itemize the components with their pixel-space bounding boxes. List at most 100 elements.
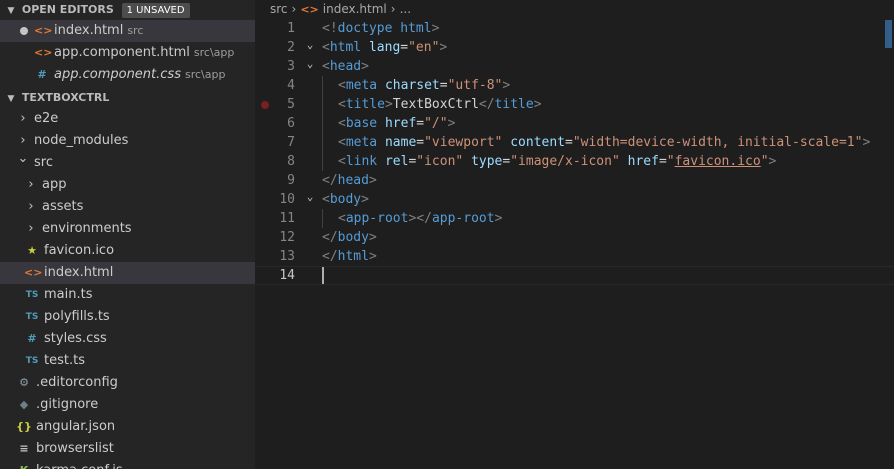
code-text: <html lang="en"> [322,38,447,57]
line-number: 11 [279,211,295,226]
json-icon: {} [16,420,32,433]
code-token: < [322,59,330,74]
file-name: styles.css [44,331,107,346]
code-line[interactable]: 7 <meta name="viewport" content="width=de… [255,133,894,152]
file-name: assets [42,199,84,214]
code-line[interactable]: 2 ⌄ <html lang="en"> [255,38,894,57]
code-token: href [384,116,417,131]
fold-chevron-icon[interactable]: ⌄ [303,54,317,73]
code-text: <body> [322,190,369,209]
project-title: TEXTBOXCTRL [21,91,110,104]
code-token: > [368,249,377,264]
file-item[interactable]: TS test.ts [0,350,255,372]
open-editor-item[interactable]: <> app.component.html src\app [0,42,255,64]
code-token: html [337,249,369,264]
code-token: doctype [337,21,393,36]
folder-item[interactable]: › node_modules [0,130,255,152]
file-item[interactable]: ⚙ .editorconfig [0,372,255,394]
list-icon: ≡ [19,442,29,455]
breadcrumb-item[interactable]: src [270,2,288,16]
file-name: index.html [44,265,114,280]
explorer-sidebar: ▼ OPEN EDITORS 1 UNSAVED <> index.html src… [0,0,255,469]
code-token: = [400,40,409,55]
code-text: </html> [322,247,377,266]
file-item[interactable]: <> index.html [0,262,255,284]
code-token: "icon" [416,154,464,169]
indent-guide [322,209,323,228]
folder-item[interactable]: › environments [0,218,255,240]
folder-item[interactable]: › app [0,174,255,196]
code-line[interactable]: 5 <title>TextBoxCtrl</title> [255,95,894,114]
code-token: = [565,135,573,150]
file-item[interactable]: Kkarma.conf.js [0,460,255,469]
line-number: 7 [287,135,295,150]
star-icon: ★ [27,244,37,257]
code-token: < [322,40,330,55]
editor-pane[interactable]: src › <> index.html ›... 1 <!doctype html> 2 ⌄ <… [255,0,894,469]
code-token: TextBoxCtrl [392,97,479,112]
open-editor-item[interactable]: # app.component.css src\app [0,64,255,86]
open-editors-header[interactable]: ▼ OPEN EDITORS 1 UNSAVED [0,0,255,20]
file-item[interactable]: TS main.ts [0,284,255,306]
code-line[interactable]: 9 </head> [255,171,894,190]
breadcrumb-item[interactable]: ... [400,2,411,16]
code-token: favicon.ico [674,154,761,169]
folder-item[interactable]: › assets [0,196,255,218]
file-item[interactable]: ★ favicon.ico [0,240,255,262]
file-item[interactable]: ≡ browserslist [0,438,255,460]
code-line[interactable]: 1 <!doctype html> [255,19,894,38]
open-editor-name: app.component.html [54,45,190,60]
code-line[interactable]: 12 </body> [255,228,894,247]
code-line[interactable]: 14 [255,266,894,285]
code-token: charset [384,78,440,93]
code-text: <head> [322,57,369,76]
code-line[interactable]: 3 ⌄ <head> [255,57,894,76]
file-item[interactable]: # styles.css [0,328,255,350]
file-name: node_modules [34,133,129,148]
project-header[interactable]: ▼ TEXTBOXCTRL [0,88,255,108]
chevron-right-icon: › [20,111,26,126]
code-line[interactable]: 4 <meta charset="utf-8"> [255,76,894,95]
breadcrumb-item[interactable]: index.html [323,2,387,16]
code-line[interactable]: 6 <base href="/"> [255,114,894,133]
file-item[interactable]: TS polyfills.ts [0,306,255,328]
css-icon: # [37,68,47,81]
file-name: karma.conf.js [36,463,123,469]
fold-chevron-icon[interactable]: ⌄ [303,187,317,206]
code-line[interactable]: 10 ⌄ <body> [255,190,894,209]
html-icon: <> [24,266,43,279]
chevron-right-icon: › [28,177,34,192]
code-token: head [337,173,369,188]
code-line[interactable]: 13 </html> [255,247,894,266]
code-line[interactable]: 8 <link rel="icon" type="image/x-icon" hr… [255,152,894,171]
folder-item[interactable]: ⌄ src [0,152,255,174]
file-item[interactable]: {} angular.json [0,416,255,438]
minimap-slider[interactable] [885,20,892,48]
code-token: > [368,230,377,245]
indent-guide [322,76,323,95]
file-name: angular.json [36,419,116,434]
open-editors-title: OPEN EDITORS [21,3,114,16]
code-line[interactable]: 11 <app-root></app-root> [255,209,894,228]
folder-item[interactable]: › e2e [0,108,255,130]
code-text: <base href="/"> [338,114,455,133]
file-item[interactable]: ◆ .gitignore [0,394,255,416]
open-editor-item[interactable]: <> index.html src [0,20,255,42]
indent-guide [322,114,323,133]
code-token: > [502,78,511,93]
ts-icon: TS [25,290,39,300]
file-name: app [42,177,67,192]
code-token: base [345,116,378,131]
indent-guide [322,152,323,171]
code-text: <link rel="icon" type="image/x-icon" hre… [338,152,776,171]
fold-chevron-icon[interactable]: ⌄ [303,35,317,54]
code-token: > [862,135,871,150]
open-editor-name: index.html [54,23,124,38]
code-area[interactable]: 1 <!doctype html> 2 ⌄ <html lang="en"> 3 ⌄ <hea… [255,19,894,285]
chevron-right-icon: › [390,2,396,16]
code-token: body [337,230,369,245]
line-number: 3 [287,59,295,74]
